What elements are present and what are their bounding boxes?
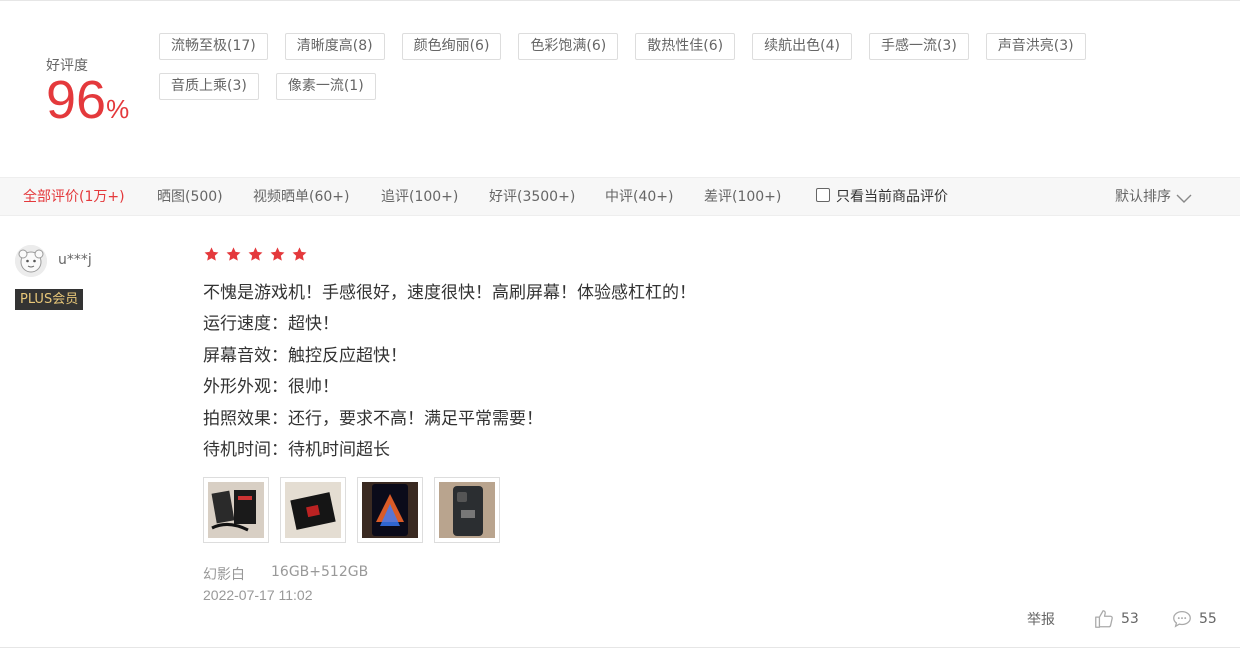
sort-dropdown[interactable]: 默认排序 bbox=[1115, 178, 1193, 217]
like-count: 53 bbox=[1121, 611, 1139, 627]
username: u***j bbox=[58, 252, 92, 268]
star-icon bbox=[270, 247, 285, 261]
review-content: 不愧是游戏机！手感很好，速度很快！高刷屏幕！体验感杠杠的！ 运行速度：超快！ 屏… bbox=[203, 281, 696, 469]
review-line: 待机时间：待机时间超长 bbox=[203, 439, 390, 460]
comment-button[interactable]: 55 bbox=[1171, 604, 1217, 634]
review-filter-bar: 全部评价(1万+) 晒图(500) 视频晒单(60+) 追评(100+) 好评(… bbox=[0, 177, 1240, 216]
like-button[interactable]: 53 bbox=[1093, 604, 1139, 634]
star-icon bbox=[292, 247, 307, 261]
filter-tab-positive[interactable]: 好评(3500+) bbox=[489, 178, 575, 217]
tag-item[interactable]: 续航出色(4) bbox=[752, 33, 852, 60]
variant-color: 幻影白 bbox=[203, 567, 245, 583]
review-line: 拍照效果：还行，要求不高！满足平常需要！ bbox=[203, 408, 543, 429]
phone-box-photo bbox=[285, 482, 341, 538]
star-icon bbox=[226, 247, 241, 261]
tag-item[interactable]: 散热性佳(6) bbox=[635, 33, 736, 60]
divider bbox=[0, 647, 1240, 648]
review-line: 不愧是游戏机！手感很好，速度很快！高刷屏幕！体验感杠杠的！ bbox=[203, 283, 696, 303]
filter-tab-photos[interactable]: 晒图(500) bbox=[157, 178, 223, 217]
variant-storage: 16GB+512GB bbox=[271, 564, 369, 580]
tag-item[interactable]: 手感一流(3) bbox=[868, 33, 969, 60]
product-variant: 幻影白 16GB+512GB bbox=[203, 564, 368, 584]
tag-item[interactable]: 像素一流(1) bbox=[275, 73, 376, 100]
tag-item[interactable]: 音质上乘(3) bbox=[159, 73, 259, 100]
filter-tab-all[interactable]: 全部评价(1万+) bbox=[23, 178, 125, 217]
filter-tab-followup[interactable]: 追评(100+) bbox=[381, 178, 458, 217]
phone-box-photo bbox=[208, 482, 264, 538]
thumbs-up-icon bbox=[1095, 610, 1113, 628]
phone-screen-photo bbox=[362, 482, 418, 538]
phone-back-photo bbox=[439, 482, 495, 538]
rating-value: 96% bbox=[46, 73, 129, 127]
only-current-checkbox[interactable] bbox=[816, 187, 830, 202]
tag-item[interactable]: 流畅至极(17) bbox=[159, 33, 268, 60]
review-photo-thumbnail[interactable] bbox=[434, 477, 500, 543]
plus-member-badge: PLUS会员 bbox=[15, 289, 84, 310]
review-line: 外形外观：很帅！ bbox=[203, 377, 339, 398]
report-label: 举报 bbox=[1027, 612, 1055, 628]
tag-item[interactable]: 色彩饱满(6) bbox=[518, 33, 619, 60]
filter-tab-neutral[interactable]: 中评(40+) bbox=[605, 178, 673, 217]
avatar-image bbox=[15, 245, 47, 277]
review-line: 屏幕音效：触控反应超快！ bbox=[203, 345, 407, 366]
avatar[interactable] bbox=[15, 245, 47, 277]
filter-tab-negative[interactable]: 差评(100+) bbox=[704, 178, 781, 217]
only-current-label: 只看当前商品评价 bbox=[836, 189, 948, 205]
tag-list: 流畅至极(17) 清晰度高(8) 颜色绚丽(6) 色彩饱满(6) 散热性佳(6)… bbox=[159, 33, 1149, 113]
only-current-product-toggle[interactable]: 只看当前商品评价 bbox=[816, 178, 948, 217]
tag-item[interactable]: 声音洪亮(3) bbox=[985, 33, 1086, 60]
comment-bubble-icon bbox=[1173, 611, 1191, 628]
review-photo-thumbnail[interactable] bbox=[203, 477, 269, 543]
tag-item[interactable]: 清晰度高(8) bbox=[284, 33, 385, 60]
chevron-down-icon bbox=[1176, 194, 1192, 203]
review-date: 2022-07-17 11:02 bbox=[203, 587, 313, 603]
rating-number: 96 bbox=[46, 70, 107, 130]
comment-count: 55 bbox=[1199, 611, 1217, 627]
sort-label: 默认排序 bbox=[1115, 189, 1171, 205]
tag-item[interactable]: 颜色绚丽(6) bbox=[401, 33, 502, 60]
report-button[interactable]: 举报 bbox=[1027, 604, 1055, 634]
review-photo-thumbnail[interactable] bbox=[280, 477, 346, 543]
rating-unit: % bbox=[106, 94, 130, 124]
review-line: 运行速度：超快！ bbox=[203, 314, 339, 335]
rating-summary: 好评度 96% 流畅至极(17) 清晰度高(8) 颜色绚丽(6) 色彩饱满(6)… bbox=[0, 0, 1240, 176]
star-rating bbox=[203, 246, 313, 263]
star-icon bbox=[248, 247, 263, 261]
review-photos bbox=[203, 477, 511, 543]
star-icon bbox=[204, 247, 219, 261]
filter-tab-videos[interactable]: 视频晒单(60+) bbox=[253, 178, 349, 217]
review-photo-thumbnail[interactable] bbox=[357, 477, 423, 543]
